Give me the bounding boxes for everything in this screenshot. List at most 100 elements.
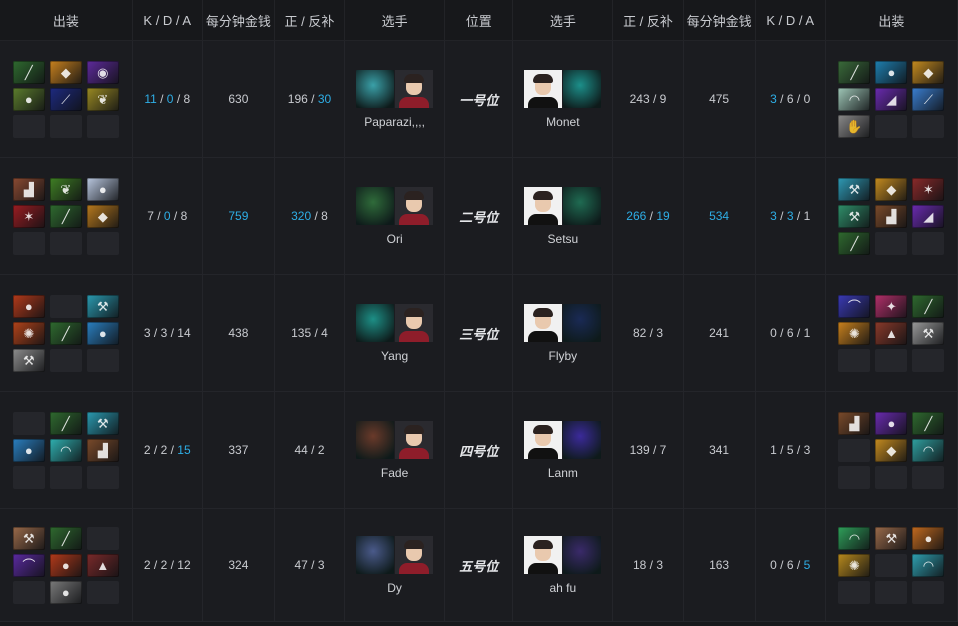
wand-item-icon[interactable]: ╱	[838, 231, 871, 255]
bread-item-icon[interactable]: ●	[12, 87, 45, 111]
player-cell-left[interactable]: Ori	[344, 157, 446, 275]
helm-item-icon[interactable]: ▲	[875, 321, 908, 345]
swirl-item-icon[interactable]: ◠	[912, 438, 945, 462]
wand-item-icon[interactable]: ╱	[912, 411, 945, 435]
mask-item-icon[interactable]: ◆	[875, 438, 908, 462]
axe-item-icon[interactable]: ⚒	[86, 294, 119, 318]
hero-portrait[interactable]	[356, 303, 395, 342]
wand-item-icon[interactable]: ╱	[912, 294, 945, 318]
player-name[interactable]: Yang	[381, 349, 408, 363]
axe-item-icon[interactable]: ⚒	[912, 321, 945, 345]
wand-item-icon[interactable]: ╱	[12, 60, 45, 84]
helm-item-icon[interactable]: ▲	[86, 553, 119, 577]
blade-item-icon[interactable]: ◢	[912, 204, 945, 228]
player-avatar[interactable]	[395, 535, 434, 574]
player-avatar[interactable]	[395, 186, 434, 225]
player-card[interactable]: Dy	[345, 535, 444, 595]
player-card[interactable]: Ori	[345, 186, 444, 246]
boot-item-icon[interactable]: ▟	[86, 438, 119, 462]
player-name[interactable]: ah fu	[550, 581, 577, 595]
mask-item-icon[interactable]: ◆	[912, 60, 945, 84]
orb-item-icon[interactable]: ●	[12, 438, 45, 462]
wand-item-icon[interactable]: ╱	[49, 526, 82, 550]
axe-item-icon[interactable]: ⚒	[838, 204, 871, 228]
player-card[interactable]: Fade	[345, 420, 444, 480]
player-card[interactable]: Monet	[513, 69, 612, 129]
swirl-item-icon[interactable]: ◠	[838, 526, 871, 550]
axe-item-icon[interactable]: ⚒	[86, 411, 119, 435]
player-avatar[interactable]	[395, 303, 434, 342]
player-cell-left[interactable]: Dy	[344, 508, 446, 622]
player-avatar[interactable]	[524, 303, 563, 342]
wand-item-icon[interactable]: ╱	[49, 204, 82, 228]
mask-item-icon[interactable]: ◆	[875, 177, 908, 201]
wand-item-icon[interactable]: ╱	[49, 411, 82, 435]
player-cell-right[interactable]: Lanm	[512, 391, 614, 509]
orb-item-icon[interactable]: ●	[86, 321, 119, 345]
swirl-item-icon[interactable]: ◠	[912, 553, 945, 577]
hero-portrait[interactable]	[563, 535, 602, 574]
player-name[interactable]: Setsu	[548, 232, 579, 246]
player-name[interactable]: Lanm	[548, 466, 578, 480]
orb-item-icon[interactable]: ●	[875, 411, 908, 435]
blade-item-icon[interactable]: ◢	[875, 87, 908, 111]
leaf-item-icon[interactable]: ❦	[86, 87, 119, 111]
player-name[interactable]: Flyby	[549, 349, 578, 363]
boot-item-icon[interactable]: ▟	[875, 204, 908, 228]
star-item-icon[interactable]: ✦	[875, 294, 908, 318]
hero-portrait[interactable]	[563, 186, 602, 225]
player-avatar[interactable]	[524, 535, 563, 574]
player-cell-right[interactable]: Setsu	[512, 157, 614, 275]
leaf-item-icon[interactable]: ❦	[49, 177, 82, 201]
player-card[interactable]: Paparazi,,,,	[345, 69, 444, 129]
orb-item-icon[interactable]: ●	[86, 177, 119, 201]
player-avatar[interactable]	[395, 420, 434, 459]
player-avatar[interactable]	[524, 186, 563, 225]
axe-item-icon[interactable]: ⚒	[12, 526, 45, 550]
player-card[interactable]: ah fu	[513, 535, 612, 595]
player-avatar[interactable]	[395, 69, 434, 108]
player-cell-left[interactable]: Yang	[344, 274, 446, 392]
axe-item-icon[interactable]: ⚒	[838, 177, 871, 201]
orb-item-icon[interactable]: ●	[49, 553, 82, 577]
hero-portrait[interactable]	[356, 420, 395, 459]
swirl-item-icon[interactable]: ◠	[49, 438, 82, 462]
staff-item-icon[interactable]: ⟋	[912, 87, 945, 111]
player-cell-right[interactable]: Monet	[512, 40, 614, 158]
player-card[interactable]: Yang	[345, 303, 444, 363]
gear-item-icon[interactable]: ✺	[12, 321, 45, 345]
hero-portrait[interactable]	[356, 535, 395, 574]
hero-portrait[interactable]	[356, 186, 395, 225]
orb-item-icon[interactable]: ●	[12, 294, 45, 318]
hero-portrait[interactable]	[563, 303, 602, 342]
mask-item-icon[interactable]: ◆	[86, 204, 119, 228]
claw-item-icon[interactable]: ✶	[912, 177, 945, 201]
gear-item-icon[interactable]: ✺	[838, 321, 871, 345]
hero-portrait[interactable]	[563, 420, 602, 459]
player-cell-left[interactable]: Paparazi,,,,	[344, 40, 446, 158]
player-avatar[interactable]	[524, 69, 563, 108]
player-name[interactable]: Dy	[387, 581, 402, 595]
player-name[interactable]: Monet	[546, 115, 579, 129]
player-name[interactable]: Ori	[387, 232, 403, 246]
hero-portrait[interactable]	[356, 69, 395, 108]
claw-item-icon[interactable]: ✶	[12, 204, 45, 228]
player-card[interactable]: Setsu	[513, 186, 612, 246]
wand-item-icon[interactable]: ╱	[838, 60, 871, 84]
player-card[interactable]: Lanm	[513, 420, 612, 480]
swirl-item-icon[interactable]: ◠	[838, 87, 871, 111]
eye-item-icon[interactable]: ◉	[86, 60, 119, 84]
boot-item-icon[interactable]: ▟	[838, 411, 871, 435]
player-name[interactable]: Paparazi,,,,	[364, 115, 425, 129]
gear-item-icon[interactable]: ✺	[838, 553, 871, 577]
player-cell-right[interactable]: Flyby	[512, 274, 614, 392]
boot-item-icon[interactable]: ▟	[12, 177, 45, 201]
orb-item-icon[interactable]: ●	[875, 60, 908, 84]
axe-item-icon[interactable]: ⚒	[875, 526, 908, 550]
wand-item-icon[interactable]: ╱	[49, 321, 82, 345]
hero-portrait[interactable]	[563, 69, 602, 108]
player-cell-left[interactable]: Fade	[344, 391, 446, 509]
bow-item-icon[interactable]: ⌒	[12, 553, 45, 577]
staff-item-icon[interactable]: ⟋	[49, 87, 82, 111]
hand-item-icon[interactable]: ✋	[838, 114, 871, 138]
